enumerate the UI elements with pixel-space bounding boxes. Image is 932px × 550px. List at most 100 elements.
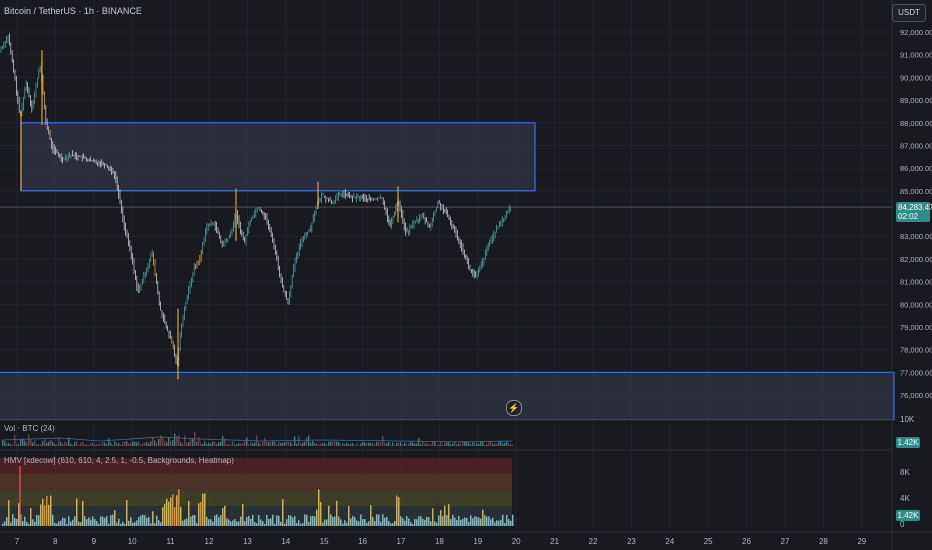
hmv-bar <box>112 514 114 526</box>
hmv-bar <box>406 516 408 526</box>
hmv-bar <box>86 519 88 526</box>
hmv-bar <box>14 517 16 526</box>
hmv-bar <box>18 503 20 526</box>
hmv-bar <box>258 514 260 526</box>
volume-bar <box>132 441 134 446</box>
volume-bar <box>512 444 514 446</box>
hmv-bar <box>256 523 258 526</box>
volume-bar <box>24 440 26 446</box>
hmv-tick-label: 0 <box>900 520 905 529</box>
volume-bar <box>98 443 100 446</box>
hmv-bar <box>436 522 438 526</box>
hmv-bar <box>64 518 66 526</box>
hmv-bar <box>286 519 288 526</box>
price-tick-label: 82,000.00 <box>900 255 932 264</box>
hmv-bar <box>346 522 348 526</box>
hmv-bar <box>188 500 190 526</box>
symbol-title[interactable]: Bitcoin / TetherUS · 1h · BINANCE <box>4 6 142 16</box>
time-tick-label: 16 <box>358 537 367 546</box>
volume-pane-label[interactable]: Vol · BTC (24) <box>4 424 55 433</box>
volume-bar <box>234 444 236 446</box>
hmv-bar <box>96 520 98 526</box>
volume-bar <box>58 438 60 446</box>
hmv-bar <box>456 520 458 526</box>
time-tick-label: 24 <box>665 537 674 546</box>
hmv-bar <box>336 500 338 526</box>
hmv-bar <box>62 517 64 526</box>
volume-bar <box>266 442 268 446</box>
hmv-bar <box>294 516 296 526</box>
volume-bar <box>236 444 238 446</box>
hmv-bar <box>6 517 8 526</box>
hmv-bar <box>242 504 244 526</box>
hmv-bar <box>340 519 342 526</box>
volume-bar <box>354 444 356 446</box>
volume-bar <box>504 442 506 446</box>
hmv-bar <box>486 516 488 526</box>
hmv-bar <box>384 517 386 526</box>
volume-bar <box>152 436 154 446</box>
lower-demand-zone <box>0 371 895 421</box>
volume-bar <box>302 442 304 446</box>
hmv-bar <box>300 523 302 526</box>
hmv-bar <box>500 519 502 526</box>
hmv-bar <box>238 521 240 526</box>
chart-canvas[interactable]: 92,000.00 91,000.00 90,000.00 89,000.00 88,0… <box>0 0 932 550</box>
hmv-bar <box>198 503 200 526</box>
volume-bar <box>458 443 460 446</box>
volume-bar <box>206 443 208 446</box>
volume-bar <box>70 443 72 446</box>
volume-bar <box>48 441 50 446</box>
hmv-bar <box>178 489 180 526</box>
hmv-bar <box>172 494 174 526</box>
hmv-bar <box>398 497 400 526</box>
volume-bar <box>442 444 444 446</box>
hmv-bar <box>414 518 416 526</box>
hmv-pane-label[interactable]: HMV [xdecow] (610, 610, 4, 2.5, 1, -0.5,… <box>4 456 234 465</box>
hmv-bar <box>100 516 102 526</box>
volume-bar <box>428 444 430 446</box>
hmv-bar <box>218 517 220 526</box>
hmv-bar <box>116 522 118 526</box>
price-tick-label: 79,000.00 <box>900 323 932 332</box>
volume-bar <box>174 433 176 446</box>
volume-bar <box>336 441 338 446</box>
time-tick-label: 12 <box>205 537 214 546</box>
volume-bar <box>38 444 40 446</box>
volume-bar <box>408 443 410 446</box>
hmv-bar <box>46 495 48 526</box>
hmv-bar <box>168 501 170 526</box>
hmv-bar <box>106 515 108 526</box>
hmv-pane <box>0 458 514 526</box>
volume-bar <box>248 444 250 446</box>
volume-bar <box>200 442 202 446</box>
hmv-bar <box>356 520 358 526</box>
hmv-bar <box>12 514 14 526</box>
lightning-icon[interactable]: ⚡ <box>506 400 522 416</box>
volume-bar <box>56 444 58 446</box>
volume-bar <box>202 444 204 446</box>
hmv-bar <box>214 515 216 526</box>
volume-bar <box>478 443 480 446</box>
hmv-bar <box>266 514 268 526</box>
volume-bar <box>308 435 310 446</box>
volume-bar <box>418 438 420 446</box>
volume-bar <box>484 444 486 446</box>
chart-window[interactable]: 92,000.00 91,000.00 90,000.00 89,000.00 88,0… <box>0 0 932 550</box>
hmv-bar <box>222 508 224 526</box>
currency-button[interactable]: USDT <box>892 4 926 22</box>
hmv-bar <box>52 514 54 526</box>
volume-bar <box>216 444 218 446</box>
volume-bar <box>36 444 38 446</box>
volume-bar <box>192 438 194 446</box>
volume-bar <box>188 441 190 446</box>
hmv-bar <box>452 514 454 526</box>
hmv-bar <box>362 519 364 526</box>
volume-bar <box>368 442 370 446</box>
hmv-bar <box>124 523 126 526</box>
hmv-bar <box>72 519 74 526</box>
hmv-bar <box>94 519 96 526</box>
volume-bar <box>318 444 320 446</box>
volume-bar <box>330 441 332 446</box>
hmv-bar <box>296 523 298 526</box>
